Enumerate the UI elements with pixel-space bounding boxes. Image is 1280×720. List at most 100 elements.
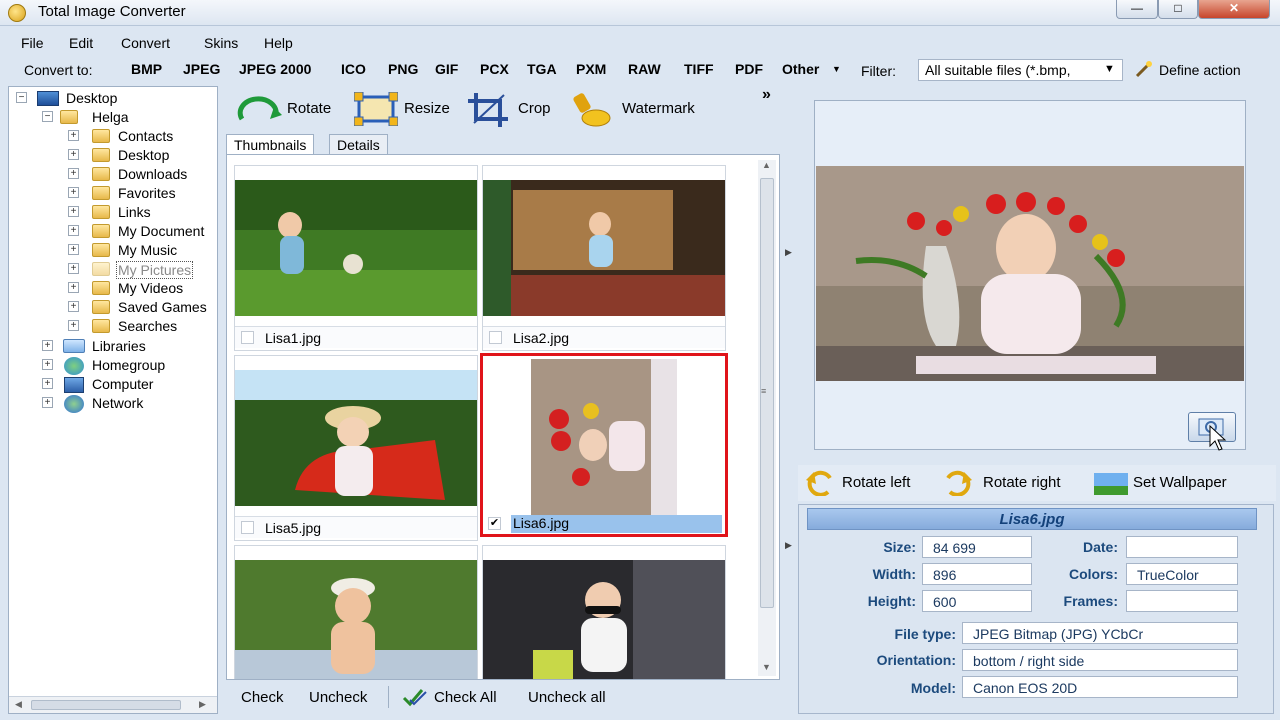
- tab-thumbnails[interactable]: Thumbnails: [226, 134, 315, 154]
- thumbnail-checkbox[interactable]: [241, 331, 254, 344]
- crop-button[interactable]: Crop: [518, 100, 551, 117]
- tree-item-my-pictures[interactable]: My Pictures: [116, 261, 194, 279]
- format-gif[interactable]: GIF: [435, 61, 458, 77]
- menu-edit[interactable]: Edit: [69, 35, 93, 51]
- tree-item-homegroup[interactable]: Homegroup: [92, 357, 165, 373]
- expand-icon[interactable]: +: [42, 397, 53, 408]
- thumbnail-image[interactable]: [235, 560, 477, 680]
- other-dropdown-icon[interactable]: ▼: [832, 64, 841, 74]
- tree-item-my-videos[interactable]: My Videos: [118, 280, 183, 296]
- more-tools-button[interactable]: »: [762, 86, 771, 104]
- tree-item-my-documents[interactable]: My Document: [118, 223, 204, 239]
- thumbnail-item[interactable]: Lisa1.jpg: [234, 165, 478, 351]
- tree-item-computer[interactable]: Computer: [92, 376, 153, 392]
- format-tiff[interactable]: TIFF: [684, 61, 714, 77]
- thumbnail-checkbox[interactable]: [489, 331, 502, 344]
- format-jpeg[interactable]: JPEG: [183, 61, 220, 77]
- resize-icon[interactable]: [354, 92, 398, 126]
- expand-icon[interactable]: +: [42, 340, 53, 351]
- expand-icon[interactable]: +: [68, 301, 79, 312]
- define-action-button[interactable]: Define action: [1159, 62, 1241, 78]
- tree-item-favorites[interactable]: Favorites: [118, 185, 176, 201]
- maximize-button[interactable]: □: [1158, 0, 1198, 19]
- splitter-arrow-icon[interactable]: ▶: [785, 540, 792, 551]
- expand-icon[interactable]: +: [42, 359, 53, 370]
- uncheck-button[interactable]: Uncheck: [309, 689, 367, 706]
- tree-item-my-music[interactable]: My Music: [118, 242, 177, 258]
- format-bmp[interactable]: BMP: [131, 61, 162, 77]
- expand-icon[interactable]: +: [68, 320, 79, 331]
- tree-item-helga[interactable]: Helga: [92, 109, 129, 125]
- scroll-right-icon[interactable]: ▶: [199, 699, 206, 710]
- collapse-icon[interactable]: −: [42, 111, 53, 122]
- format-other[interactable]: Other: [782, 61, 819, 77]
- menu-help[interactable]: Help: [264, 35, 293, 51]
- menu-convert[interactable]: Convert: [121, 35, 170, 51]
- expand-icon[interactable]: +: [68, 282, 79, 293]
- expand-icon[interactable]: +: [68, 187, 79, 198]
- check-all-button[interactable]: Check All: [434, 689, 497, 706]
- tree-item-saved-games[interactable]: Saved Games: [118, 299, 207, 315]
- expand-icon[interactable]: +: [68, 263, 79, 274]
- expand-icon[interactable]: +: [68, 130, 79, 141]
- resize-button[interactable]: Resize: [404, 100, 450, 117]
- format-raw[interactable]: RAW: [628, 61, 661, 77]
- tree-item-libraries[interactable]: Libraries: [92, 338, 146, 354]
- rotate-left-button[interactable]: Rotate left: [842, 474, 910, 491]
- tree-item-desktop-sub[interactable]: Desktop: [118, 147, 169, 163]
- filter-select[interactable]: All suitable files (*.bmp,: [918, 59, 1123, 81]
- thumbnail-item[interactable]: [234, 545, 478, 680]
- tree-item-contacts[interactable]: Contacts: [118, 128, 173, 144]
- expand-icon[interactable]: +: [68, 244, 79, 255]
- expand-icon[interactable]: +: [68, 225, 79, 236]
- format-pxm[interactable]: PXM: [576, 61, 606, 77]
- scroll-left-icon[interactable]: ◀: [15, 699, 22, 710]
- check-button[interactable]: Check: [241, 689, 284, 706]
- tab-details[interactable]: Details: [329, 134, 388, 154]
- menu-file[interactable]: File: [21, 35, 44, 51]
- expand-icon[interactable]: +: [68, 149, 79, 160]
- format-ico[interactable]: ICO: [341, 61, 366, 77]
- tree-item-searches[interactable]: Searches: [118, 318, 177, 334]
- uncheck-all-button[interactable]: Uncheck all: [528, 689, 606, 706]
- format-pcx[interactable]: PCX: [480, 61, 509, 77]
- scrollbar-thumb[interactable]: [31, 700, 181, 710]
- format-png[interactable]: PNG: [388, 61, 418, 77]
- thumbnail-image[interactable]: [483, 560, 725, 680]
- thumbnail-item[interactable]: [482, 545, 726, 680]
- expand-icon[interactable]: +: [42, 378, 53, 389]
- format-tga[interactable]: TGA: [527, 61, 557, 77]
- thumbnail-image[interactable]: [483, 180, 725, 316]
- thumbnail-item[interactable]: Lisa5.jpg: [234, 355, 478, 541]
- collapse-icon[interactable]: −: [16, 92, 27, 103]
- tree-item-network[interactable]: Network: [92, 395, 143, 411]
- thumbnail-checkbox[interactable]: [241, 521, 254, 534]
- thumbnail-item-selected[interactable]: ✔ Lisa6.jpg: [480, 353, 728, 537]
- thumbnail-image[interactable]: [531, 359, 677, 515]
- expand-icon[interactable]: +: [68, 168, 79, 179]
- rotate-button[interactable]: Rotate: [287, 100, 331, 117]
- thumbnail-checkbox[interactable]: ✔: [488, 517, 501, 530]
- thumbnail-item[interactable]: Lisa2.jpg: [482, 165, 726, 351]
- scroll-up-icon[interactable]: ▲: [762, 160, 771, 170]
- menu-skins[interactable]: Skins: [204, 35, 238, 51]
- rotate-right-button[interactable]: Rotate right: [983, 474, 1061, 491]
- tree-horizontal-scrollbar[interactable]: ◀ ▶: [9, 696, 217, 713]
- thumbnail-scrollbar[interactable]: ▲ ≡ ▼: [758, 160, 776, 676]
- splitter-arrow-icon[interactable]: ▶: [785, 247, 792, 258]
- crop-icon[interactable]: [466, 91, 510, 127]
- close-button[interactable]: ✕: [1198, 0, 1270, 19]
- tree-item-links[interactable]: Links: [118, 204, 151, 220]
- thumbnail-image[interactable]: [235, 370, 477, 506]
- scroll-down-icon[interactable]: ▼: [762, 662, 771, 672]
- chevron-down-icon[interactable]: ▼: [1104, 63, 1115, 75]
- rotate-icon[interactable]: [236, 93, 282, 125]
- minimize-button[interactable]: —: [1116, 0, 1158, 19]
- tree-item-desktop[interactable]: Desktop: [66, 90, 117, 106]
- set-wallpaper-button[interactable]: Set Wallpaper: [1133, 474, 1227, 491]
- format-jpeg2000[interactable]: JPEG 2000: [239, 61, 311, 77]
- watermark-icon[interactable]: [570, 90, 612, 128]
- thumbnail-image[interactable]: [235, 180, 477, 316]
- expand-icon[interactable]: +: [68, 206, 79, 217]
- watermark-button[interactable]: Watermark: [622, 100, 695, 117]
